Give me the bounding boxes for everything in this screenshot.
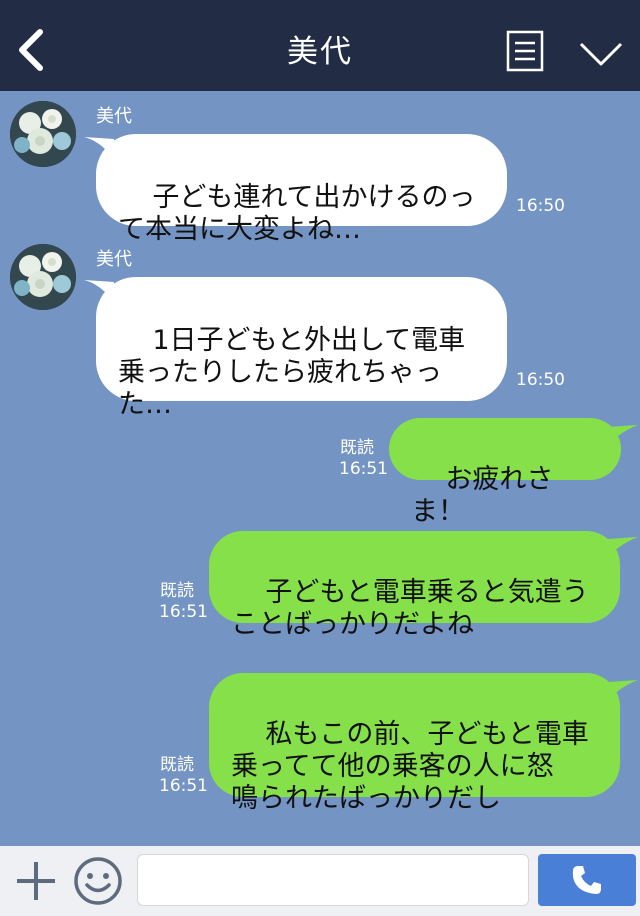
read-receipt: 既読: [160, 581, 194, 601]
avatar[interactable]: [10, 101, 76, 167]
chat-area[interactable]: 美代 子ども連れて出かけるのっ て本当に大変よね… 16:50 美代 1日子ども…: [0, 91, 640, 846]
note-menu-icon[interactable]: [506, 30, 544, 72]
message-text: お疲れさま！: [411, 464, 554, 527]
message-time: 16:51: [159, 602, 208, 622]
message-text: 子どもと電車乗ると気遣う ことばっかりだよね: [231, 577, 589, 640]
message-text: 子ども連れて出かけるのっ て本当に大変よね…: [118, 182, 476, 245]
message-text: 私もこの前、子どもと電車 乗ってて他の乗客の人に怒 鳴られたばっかりだし: [231, 719, 589, 814]
smiley-icon[interactable]: [73, 856, 123, 906]
sender-name: 美代: [96, 249, 132, 270]
rose-avatar-icon: [10, 244, 76, 310]
message-composer: [0, 846, 640, 916]
message-time: 16:50: [516, 196, 565, 216]
message-bubble-incoming[interactable]: 子ども連れて出かけるのっ て本当に大変よね…: [96, 134, 507, 245]
chevron-down-icon[interactable]: [578, 40, 624, 68]
message-bubble-outgoing[interactable]: お疲れさま！: [389, 418, 621, 527]
message-time: 16:51: [159, 776, 208, 796]
sender-name: 美代: [96, 106, 132, 127]
send-button[interactable]: [538, 854, 636, 906]
message-bubble-outgoing[interactable]: 私もこの前、子どもと電車 乗ってて他の乗客の人に怒 鳴られたばっかりだし: [209, 673, 620, 814]
phone-icon: [572, 866, 601, 894]
bubble-tail: [608, 425, 638, 443]
chat-title: 美代: [287, 34, 353, 70]
read-receipt: 既読: [340, 438, 374, 458]
message-input[interactable]: [137, 854, 529, 906]
message-time: 16:50: [516, 370, 565, 390]
message-time: 16:51: [339, 459, 388, 479]
bubble-tail: [608, 537, 638, 555]
message-bubble-incoming[interactable]: 1日子どもと外出して電車 乗ったりしたら疲れちゃっ た…: [96, 277, 507, 420]
message-text: 1日子どもと外出して電車 乗ったりしたら疲れちゃっ た…: [118, 325, 466, 420]
rose-avatar-icon: [10, 101, 76, 167]
bubble-tail: [608, 680, 638, 698]
message-bubble-outgoing[interactable]: 子どもと電車乗ると気遣う ことばっかりだよね: [209, 531, 620, 640]
plus-icon[interactable]: [14, 859, 58, 903]
chat-header: 美代: [0, 0, 640, 91]
read-receipt: 既読: [160, 755, 194, 775]
avatar[interactable]: [10, 244, 76, 310]
